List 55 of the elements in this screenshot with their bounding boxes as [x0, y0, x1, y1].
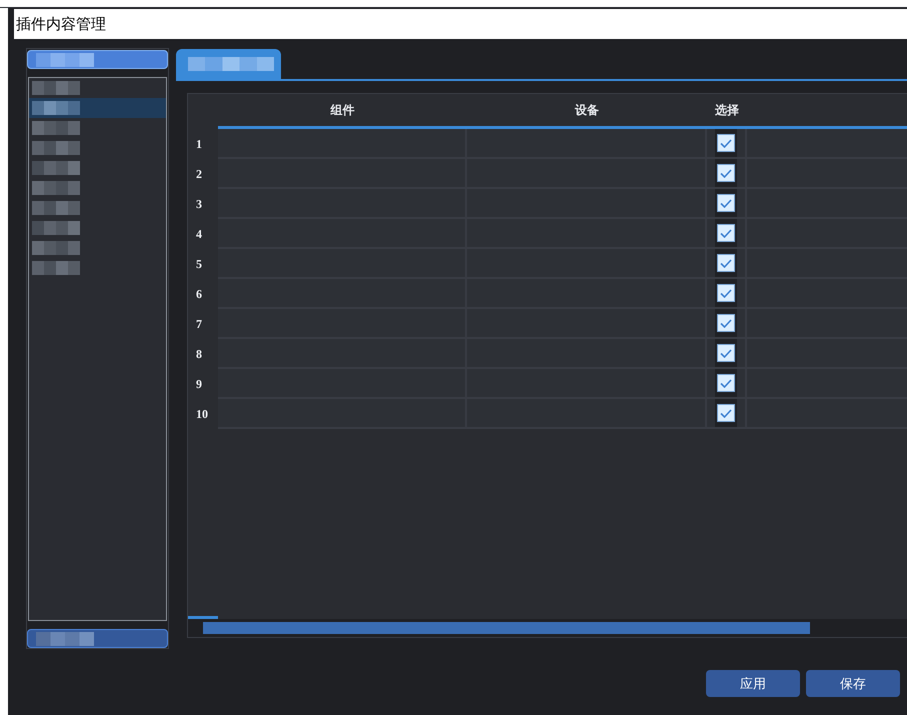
pixelated-text	[36, 52, 94, 66]
tab[interactable]	[176, 49, 281, 79]
checkbox[interactable]	[717, 374, 735, 392]
checkbox[interactable]	[717, 254, 735, 272]
pixelated-text	[32, 101, 80, 115]
panel-header-button[interactable]	[27, 50, 168, 69]
check-icon	[720, 348, 732, 358]
column-header[interactable]: 选择	[715, 102, 739, 118]
row-number: 9	[196, 376, 202, 392]
row-number: 6	[196, 286, 202, 302]
row-number: 5	[196, 256, 202, 272]
check-icon	[720, 408, 732, 418]
pixelated-text	[32, 141, 80, 155]
checkbox[interactable]	[717, 344, 735, 362]
pixelated-text	[32, 201, 80, 215]
column-header[interactable]: 组件	[330, 102, 354, 118]
row-number: 1	[196, 136, 202, 152]
pixelated-text	[32, 121, 80, 135]
checkbox[interactable]	[717, 134, 735, 152]
scrollbar-track[interactable]	[188, 619, 907, 637]
check-icon	[720, 138, 732, 148]
scrollbar-thumb[interactable]	[203, 622, 810, 634]
panel-footer-button[interactable]	[27, 629, 168, 648]
checkbox[interactable]	[717, 404, 735, 422]
checkbox[interactable]	[717, 164, 735, 182]
column-header[interactable]: 设备	[575, 102, 599, 118]
row-number: 4	[196, 226, 202, 242]
scroll-indicator	[188, 616, 218, 619]
checkbox[interactable]	[717, 284, 735, 302]
row-number: 7	[196, 316, 202, 332]
check-icon	[720, 378, 732, 388]
check-icon	[720, 288, 732, 298]
pixelated-text	[36, 632, 94, 646]
check-icon	[720, 168, 732, 178]
row-number: 8	[196, 346, 202, 362]
pixelated-text	[32, 241, 80, 255]
action-button[interactable]: 保存	[806, 670, 900, 697]
pixelated-text	[32, 181, 80, 195]
list-item[interactable]	[29, 98, 166, 118]
pixelated-text	[32, 221, 80, 235]
checkbox[interactable]	[717, 194, 735, 212]
pixelated-text	[32, 261, 80, 275]
check-icon	[720, 198, 732, 208]
check-icon	[720, 228, 732, 238]
checkbox[interactable]	[717, 314, 735, 332]
row-number: 3	[196, 196, 202, 212]
action-button[interactable]: 应用	[706, 670, 800, 697]
row-number: 2	[196, 166, 202, 182]
row-number: 10	[196, 406, 208, 422]
check-icon	[720, 318, 732, 328]
pixelated-text	[32, 161, 80, 175]
check-icon	[720, 258, 732, 268]
checkbox[interactable]	[717, 224, 735, 242]
window-title: 插件内容管理	[16, 14, 106, 34]
pixelated-text	[32, 81, 80, 95]
